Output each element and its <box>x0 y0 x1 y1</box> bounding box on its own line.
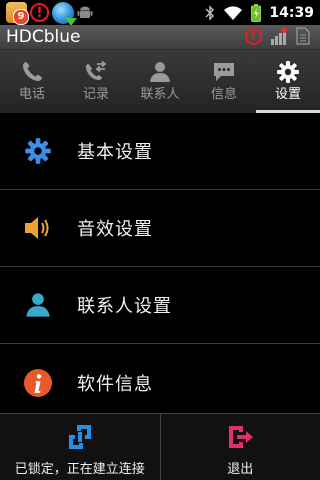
tab-label: 记录 <box>82 87 109 102</box>
sim-icon <box>296 27 310 45</box>
wifi-icon <box>224 5 243 20</box>
settings-item-software-info[interactable]: 软件信息 <box>0 344 320 421</box>
settings-item-label: 音效设置 <box>77 219 153 240</box>
status-bar: 9 ! 14:39 <box>0 0 320 26</box>
settings-item-contacts[interactable]: 联系人设置 <box>0 267 320 344</box>
warning-icon: ! <box>30 3 49 22</box>
gear-icon <box>25 138 51 164</box>
bottom-bar: 已锁定，正在建立连接 退出 <box>0 413 320 480</box>
title-bar: HDCblue ! <box>0 25 320 50</box>
clock: 14:39 <box>269 4 314 21</box>
tab-phone[interactable]: 电话 <box>0 50 64 113</box>
settings-item-sound[interactable]: 音效设置 <box>0 190 320 267</box>
tab-messages[interactable]: 信息 <box>192 50 256 113</box>
settings-item-label: 联系人设置 <box>77 296 172 317</box>
warning-icon[interactable]: ! <box>245 27 262 45</box>
android-icon <box>77 6 93 18</box>
bluetooth-icon <box>205 4 215 21</box>
connect-icon <box>68 425 91 449</box>
tab-contacts[interactable]: 联系人 <box>128 50 192 113</box>
tab-settings[interactable]: 设置 <box>256 50 320 113</box>
message-icon <box>214 63 234 81</box>
info-icon <box>24 368 52 397</box>
gear-icon <box>277 61 299 83</box>
contact-icon <box>150 62 170 82</box>
exit-button[interactable]: 退出 <box>159 414 320 480</box>
connect-button[interactable]: 已锁定，正在建立连接 <box>0 414 160 480</box>
status-notifications: 9 ! <box>6 1 93 26</box>
settings-item-label: 软件信息 <box>77 373 153 395</box>
connect-label: 已锁定，正在建立连接 <box>14 462 145 477</box>
exit-label: 退出 <box>227 462 254 477</box>
signal-icon <box>271 27 287 45</box>
settings-item-basic[interactable]: 基本设置 <box>0 113 320 190</box>
exit-icon <box>229 426 254 448</box>
tab-label: 信息 <box>210 87 237 102</box>
settings-item-label: 基本设置 <box>77 142 153 163</box>
tab-call-log[interactable]: 记录 <box>64 50 128 113</box>
settings-list: 基本设置 音效设置 联系人设置 软件信息 <box>0 113 320 421</box>
speaker-icon <box>25 217 49 239</box>
app-title: HDCblue <box>6 27 81 47</box>
tab-bar: 电话 记录 联系人 信息 设置 <box>0 50 320 113</box>
tab-label: 设置 <box>274 87 301 102</box>
notification-count: 9 <box>13 9 29 25</box>
call-log-icon <box>86 60 107 80</box>
globe-download-icon <box>52 1 77 26</box>
tab-label: 电话 <box>18 87 45 102</box>
phone-icon <box>23 62 42 81</box>
tab-label: 联系人 <box>140 87 180 102</box>
battery-icon <box>251 3 262 22</box>
contact-icon <box>26 293 50 317</box>
app-notification-icon: 9 <box>6 2 29 25</box>
